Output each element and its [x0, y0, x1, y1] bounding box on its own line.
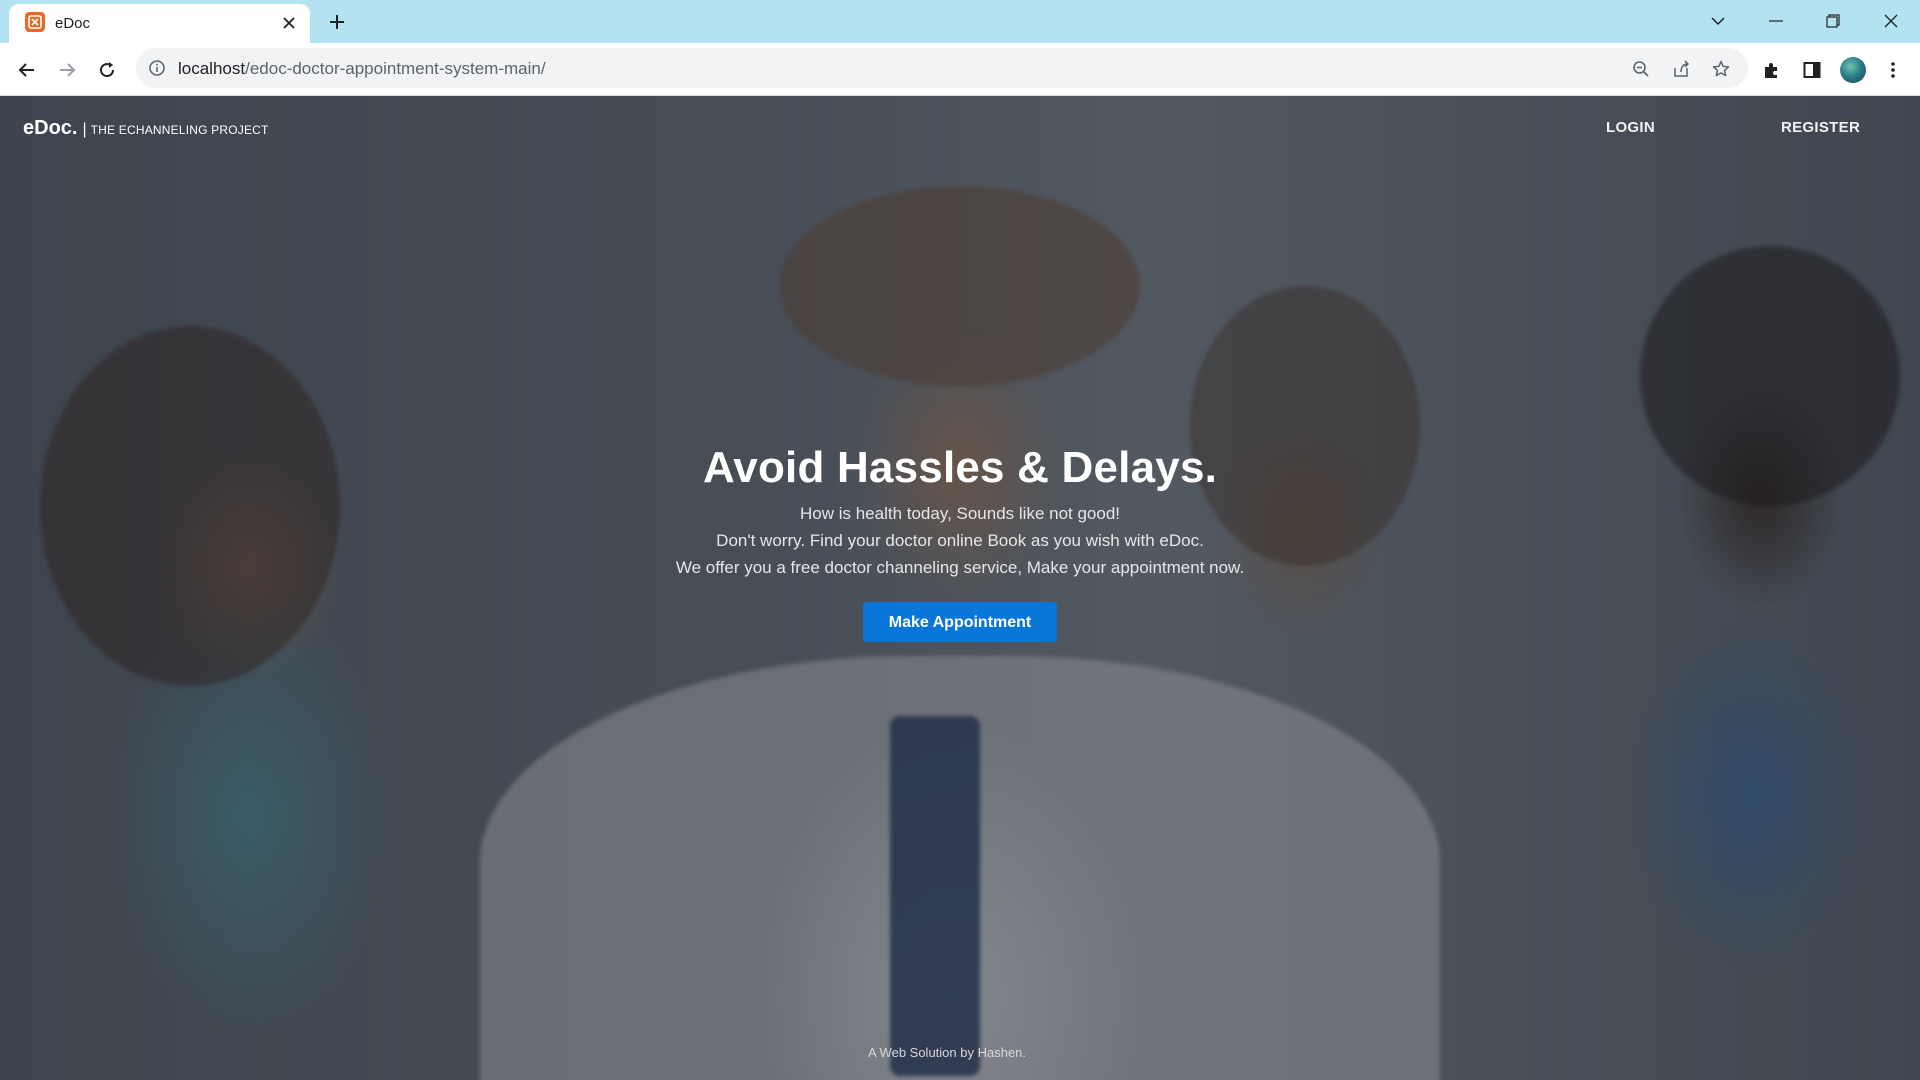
- tab-search-chevron-icon[interactable]: [1703, 6, 1733, 36]
- top-navbar: eDoc. | THE ECHANNELING PROJECT LOGIN REGI…: [0, 96, 1920, 160]
- tab-title: eDoc: [55, 15, 91, 32]
- make-appointment-button[interactable]: Make Appointment: [863, 602, 1057, 642]
- hero-description: How is health today, Sounds like not goo…: [0, 500, 1920, 581]
- back-icon[interactable]: [11, 54, 43, 86]
- address-bar[interactable]: localhost/edoc-doctor-appointment-system…: [136, 48, 1748, 88]
- logo-separator: |: [82, 121, 87, 138]
- minimize-icon[interactable]: [1761, 6, 1791, 36]
- restore-icon[interactable]: [1818, 6, 1848, 36]
- site-favicon-icon: [25, 12, 45, 32]
- side-panel-icon[interactable]: [1796, 54, 1828, 86]
- browser-menu-icon[interactable]: [1877, 54, 1909, 86]
- logo-tagline: THE ECHANNELING PROJECT: [90, 123, 269, 137]
- hero-line-3: We offer you a free doctor channeling se…: [675, 558, 1245, 577]
- forward-icon[interactable]: [51, 54, 83, 86]
- extensions-icon[interactable]: [1756, 54, 1788, 86]
- new-tab-icon[interactable]: [324, 9, 350, 35]
- share-icon[interactable]: [1668, 56, 1694, 82]
- bookmark-star-icon[interactable]: [1708, 56, 1734, 82]
- url-host: localhost: [178, 59, 246, 78]
- browser-tab[interactable]: eDoc: [9, 4, 310, 43]
- browser-toolbar: localhost/edoc-doctor-appointment-system…: [0, 43, 1920, 96]
- landing-page: eDoc. | THE ECHANNELING PROJECT LOGIN REGI…: [0, 96, 1920, 1080]
- site-info-icon[interactable]: [148, 59, 166, 77]
- hero-title: Avoid Hassles & Delays.: [702, 443, 1218, 492]
- tab-strip: eDoc: [0, 0, 1920, 43]
- logo-text: eDoc.: [23, 117, 78, 139]
- zoom-icon[interactable]: [1628, 56, 1654, 82]
- hero-line-1: How is health today, Sounds like not goo…: [799, 504, 1121, 523]
- site-logo[interactable]: eDoc. | THE ECHANNELING PROJECT: [23, 117, 269, 140]
- footer-credit: A Web Solution by Hashen.: [867, 1045, 1027, 1060]
- register-link[interactable]: REGISTER: [1781, 119, 1860, 136]
- url-path: /edoc-doctor-appointment-system-main/: [245, 59, 546, 78]
- reload-icon[interactable]: [91, 54, 123, 86]
- close-window-icon[interactable]: [1876, 6, 1906, 36]
- url-text[interactable]: localhost/edoc-doctor-appointment-system…: [178, 59, 546, 79]
- hero-line-2: Don't worry. Find your doctor online Boo…: [716, 531, 1204, 550]
- profile-avatar[interactable]: [1837, 54, 1869, 86]
- login-link[interactable]: LOGIN: [1606, 119, 1655, 136]
- avatar: [1840, 57, 1866, 83]
- close-tab-icon[interactable]: [279, 13, 299, 33]
- hero-section: Avoid Hassles & Delays. How is health to…: [0, 443, 1920, 642]
